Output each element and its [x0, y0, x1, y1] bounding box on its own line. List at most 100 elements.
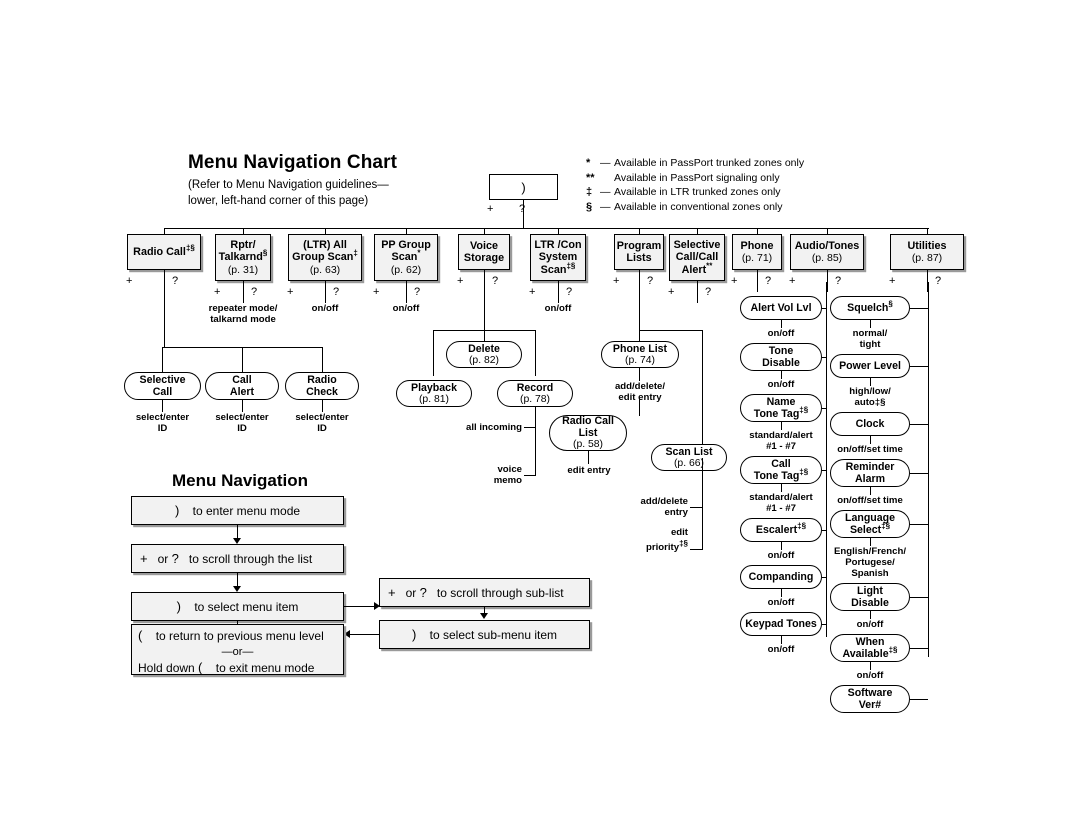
menu-box-phone-page: (p. 71) — [741, 252, 773, 264]
menu-minus-voice-storage: ? — [492, 275, 499, 287]
menu-box-program-lists[interactable]: Program Lists — [614, 234, 664, 270]
node-call-alert-label-0: Call — [232, 374, 252, 386]
radio-call-child-note-radio-check-line-0: select/enter — [295, 412, 349, 423]
node-scan-list[interactable]: Scan List (p. 66) — [651, 444, 727, 471]
legend-symbol-3: § — [586, 200, 593, 213]
menu-box-selective-call-call-alert[interactable]: Selective Call/Call Alert** — [669, 234, 725, 281]
nav-step-1: ) to enter menu mode — [131, 496, 344, 525]
nav-step-3-text: ) to select menu item — [132, 599, 343, 615]
menu-box-ltr-con-system-scan[interactable]: LTR /Con System Scan‡§ — [530, 234, 586, 281]
node-radio-check[interactable]: Radio Check — [285, 372, 359, 400]
node-language-select-superscript: ‡§ — [881, 521, 891, 531]
nav-step-4-line3-prefix: Hold down — [138, 661, 195, 675]
phone-list-stem — [639, 368, 641, 381]
legend-dash-0: — — [600, 157, 611, 169]
node-record[interactable]: Record (p. 78) — [497, 380, 573, 407]
node-call-tone-tag[interactable]: Call Tone Tag‡§ — [740, 456, 822, 484]
audio-tones-note-stem-keypad-tones — [780, 636, 782, 644]
menu-minus-ltr-all-group-scan: ? — [333, 286, 340, 298]
menu-plus-radio-call: + — [126, 275, 133, 287]
node-phone-list[interactable]: Phone List (p. 74) — [601, 341, 679, 368]
node-radio-call-list[interactable]: Radio Call List (p. 58) — [549, 415, 627, 451]
menu-plus-utilities: + — [889, 275, 896, 287]
menu-drop-radio-call — [163, 270, 165, 292]
menu-box-pp-group-scan[interactable]: PP Group Scan* (p. 62) — [374, 234, 438, 281]
legend-item-3: § — Available in conventional zones only — [586, 200, 804, 215]
menu-box-radio-call[interactable]: Radio Call‡§ — [127, 234, 201, 270]
menu-box-rptr-talkarnd[interactable]: Rptr/Talkarnd§ (p. 31) — [215, 234, 271, 281]
node-record-page: (p. 78) — [519, 393, 551, 405]
node-companding-label-0: Companding — [748, 571, 814, 583]
node-name-tone-tag-superscript: ‡§ — [799, 405, 809, 415]
scan-list-note-2-line-1: priority‡§ — [646, 539, 688, 554]
node-language-select[interactable]: Language Select‡§ — [830, 510, 910, 538]
audio-tones-note-stem-escalert — [780, 542, 782, 550]
legend-text-1: Available in PassPort signaling only — [614, 171, 780, 184]
menu-box-ltr-all-group-scan[interactable]: (LTR) All Group Scan‡ (p. 63) — [288, 234, 362, 281]
utilities-note-stem-when-available — [869, 662, 871, 670]
node-when-available-label-1: Available‡§ — [842, 645, 898, 660]
menu-drop-selective-call-call-alert — [696, 281, 698, 303]
menu-box-audio-tones[interactable]: Audio/Tones (p. 85) — [790, 234, 864, 270]
top-bus-line — [164, 228, 929, 230]
utilities-note-light-disable: on/off — [808, 619, 932, 630]
menu-drop-pp-group-scan — [405, 281, 407, 303]
utilities-connector-reminder-alarm — [910, 473, 928, 475]
node-light-disable-label-0: Light — [857, 585, 883, 597]
menu-box-utilities[interactable]: Utilities (p. 87) — [890, 234, 964, 270]
menu-box-selective-call-call-alert-label-1: Call/Call — [675, 251, 719, 264]
nav-step-4-line1-desc: to return to previous menu level — [155, 629, 324, 643]
nav-step-4-line3: Hold down ( to exit menu mode — [132, 660, 349, 676]
node-when-available[interactable]: When Available‡§ — [830, 634, 910, 662]
node-delete[interactable]: Delete (p. 82) — [446, 341, 522, 368]
node-light-disable[interactable]: Light Disable — [830, 583, 910, 611]
menu-box-rptr-talkarnd-label-0: Rptr/ — [230, 239, 256, 252]
utilities-connector-light-disable — [910, 597, 928, 599]
node-language-select-label-1: Select‡§ — [849, 521, 891, 536]
menu-plus-rptr-talkarnd: + — [214, 286, 221, 298]
node-escalert-superscript: ‡§ — [797, 521, 807, 531]
nav-step-1-desc: to enter menu mode — [192, 503, 301, 518]
record-option-voice-memo-line-1: memo — [493, 475, 522, 486]
node-escalert[interactable]: Escalert‡§ — [740, 518, 822, 542]
node-reminder-alarm[interactable]: Reminder Alarm — [830, 459, 910, 487]
nav-step-5-key-up: + — [388, 584, 396, 600]
menu-minus-pp-group-scan: ? — [414, 286, 421, 298]
node-squelch[interactable]: Squelch§ — [830, 296, 910, 320]
enter-menu-plus-symbol: + — [487, 203, 494, 215]
node-squelch-superscript: § — [888, 299, 893, 309]
program-lists-bus — [639, 330, 703, 332]
node-tone-disable-label-0: Tone — [768, 345, 794, 357]
menu-box-phone[interactable]: Phone (p. 71) — [732, 234, 782, 270]
node-software-ver[interactable]: Software Ver# — [830, 685, 910, 713]
node-call-alert[interactable]: Call Alert — [205, 372, 279, 400]
menu-plus-voice-storage: + — [457, 275, 464, 287]
node-power-level[interactable]: Power Level — [830, 354, 910, 378]
utilities-connector-software-ver — [910, 699, 928, 701]
record-option-tick-2 — [524, 475, 536, 477]
menu-box-rptr-talkarnd-page: (p. 31) — [227, 263, 259, 276]
scan-list-option-stem — [702, 458, 704, 550]
menu-drop-phone — [756, 270, 758, 292]
menu-box-selective-call-call-alert-superscript: ** — [706, 261, 713, 270]
menu-box-ltr-all-group-scan-label-1: Group Scan‡ — [292, 248, 358, 264]
node-playback[interactable]: Playback (p. 81) — [396, 380, 472, 407]
menu-plus-pp-group-scan: + — [373, 286, 380, 298]
node-playback-label: Playback — [411, 381, 457, 394]
node-squelch-label-0: Squelch§ — [847, 299, 893, 314]
node-clock[interactable]: Clock — [830, 412, 910, 436]
radio-call-child-note-stem-radio-check — [321, 400, 323, 412]
legend: * — Available in PassPort trunked zones on… — [586, 156, 804, 214]
menu-drop-rptr-talkarnd — [242, 281, 244, 303]
node-selective-call[interactable]: Selective Call — [124, 372, 201, 400]
menu-note-pp-group-scan: on/off — [351, 303, 461, 314]
nav-step-4-key-back: ( — [138, 628, 143, 643]
node-alert-vol-lvl[interactable]: Alert Vol Lvl — [740, 296, 822, 320]
menu-plus-ltr-con-system-scan: + — [529, 286, 536, 298]
legend-item-2: ‡ — Available in LTR trunked zones only — [586, 185, 804, 200]
legend-text-0: Available in PassPort trunked zones only — [614, 157, 805, 169]
menu-minus-phone: ? — [765, 275, 772, 287]
menu-box-audio-tones-label-0: Audio/Tones — [794, 239, 860, 252]
menu-box-voice-storage[interactable]: Voice Storage — [458, 234, 510, 270]
menu-box-utilities-label-0: Utilities — [907, 239, 947, 252]
